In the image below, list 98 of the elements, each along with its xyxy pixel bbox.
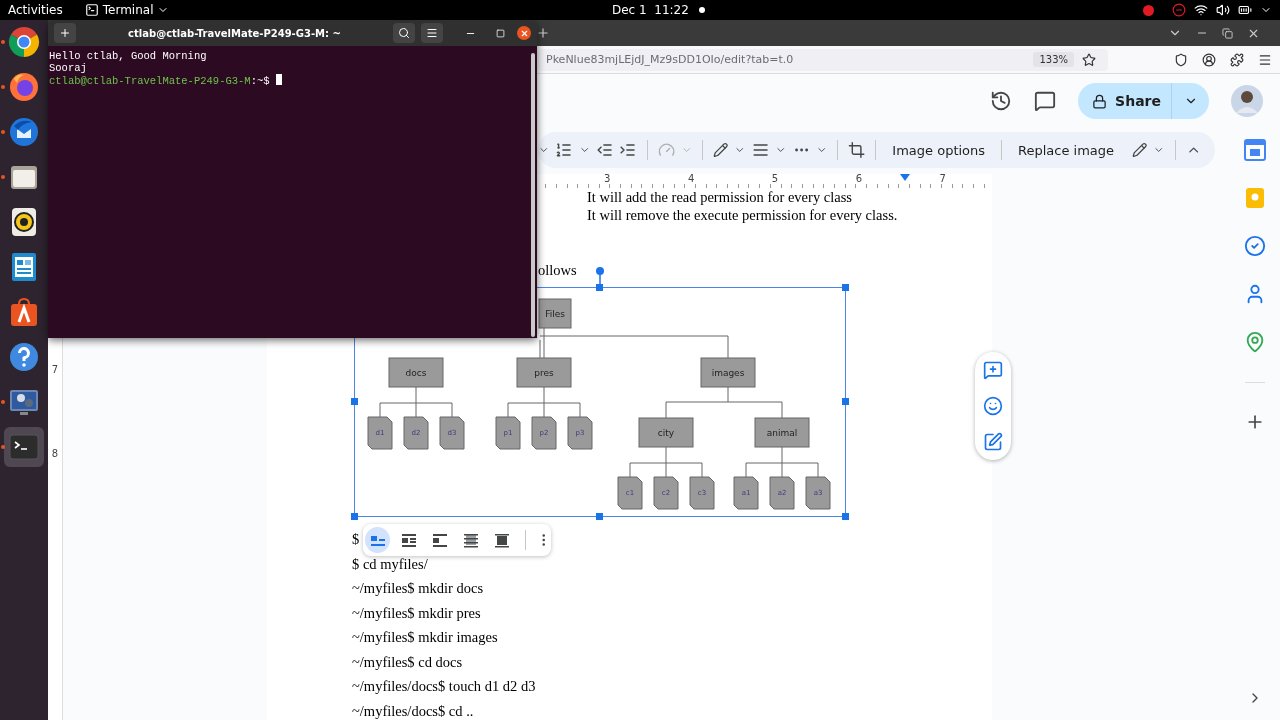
- do-not-disturb-icon[interactable]: [1172, 3, 1186, 17]
- prompt-user: ctlab@ctlab-TravelMate-P249-G3-M: [49, 75, 251, 87]
- emoji-icon[interactable]: [983, 396, 1003, 416]
- resize-handle[interactable]: [596, 513, 603, 520]
- restore-icon[interactable]: [1222, 27, 1233, 39]
- command-line: ~/myfiles$ cd docs: [352, 652, 463, 672]
- folder-node: docs: [388, 357, 444, 388]
- folder-node: images: [700, 357, 756, 388]
- numbered-list-icon[interactable]: [555, 141, 573, 159]
- history-icon[interactable]: [990, 90, 1013, 112]
- toolbar-text-button[interactable]: Replace image: [1012, 138, 1121, 162]
- folder-node: pres: [516, 357, 572, 388]
- wifi-icon[interactable]: [1194, 3, 1208, 17]
- map-pin-icon[interactable]: [1244, 331, 1266, 353]
- border-color-icon[interactable]: [713, 142, 729, 158]
- resize-handle[interactable]: [351, 398, 358, 405]
- command-line: $ cd myfiles/: [352, 554, 428, 574]
- command-line: ~/myfiles/docs$ cd ..: [352, 701, 474, 720]
- account-icon[interactable]: [1202, 52, 1216, 67]
- increase-indent-icon[interactable]: [619, 141, 637, 159]
- zoom-level[interactable]: 133%: [1033, 52, 1074, 67]
- plus-icon: [59, 27, 71, 39]
- resize-handle[interactable]: [842, 398, 849, 405]
- menu-icon[interactable]: [1258, 52, 1272, 67]
- command-line: ~/myfiles$ mkdir docs: [352, 579, 484, 598]
- close-icon: [519, 28, 529, 38]
- border-weight-icon[interactable]: [751, 141, 770, 159]
- behind-text-icon: [461, 531, 480, 549]
- prompt-path: :~$: [250, 75, 270, 87]
- ruler-number: 6: [855, 174, 862, 184]
- maximize-icon[interactable]: [496, 28, 505, 38]
- chrome-app-icon: [8, 26, 40, 58]
- ruler-number: 7: [51, 364, 59, 375]
- resize-handle[interactable]: [351, 513, 358, 520]
- calendar-icon[interactable]: [1244, 139, 1266, 161]
- ruler-number: 8: [51, 448, 59, 459]
- wrap-option-button[interactable]: [365, 527, 391, 553]
- ruler-number: 7: [939, 174, 946, 184]
- folder-node: Files: [538, 298, 572, 329]
- software-app-icon: [8, 296, 40, 328]
- folder-node: city: [638, 417, 694, 448]
- tasks-icon[interactable]: [1244, 235, 1266, 257]
- in-front-of-text-icon: [493, 531, 511, 549]
- comment-icon[interactable]: [1034, 90, 1057, 112]
- folder-node: animal: [754, 417, 810, 448]
- ruler-number: 4: [687, 174, 695, 184]
- menu-icon: [426, 27, 438, 39]
- thunderbird-app-icon: [8, 116, 40, 148]
- command-line: ~/myfiles$ mkdir images: [352, 628, 498, 647]
- close-button[interactable]: [517, 26, 531, 40]
- address-field[interactable]: PkeNlue83mjLEjdJ_Mz9sDD1OIo/edit?tab=t.0 133%: [538, 48, 1108, 71]
- bookmark-star-icon[interactable]: [1082, 52, 1096, 67]
- new-tab-button[interactable]: [54, 23, 76, 43]
- editing-mode-icon[interactable]: [1132, 142, 1148, 158]
- recording-indicator-icon: [1143, 4, 1154, 16]
- crop-icon[interactable]: [848, 141, 866, 159]
- shield-icon[interactable]: [1174, 52, 1188, 67]
- help-app-icon: [8, 341, 40, 373]
- activities-button[interactable]: Activities: [8, 3, 63, 17]
- volume-icon[interactable]: [1216, 3, 1230, 17]
- command-line: $: [352, 530, 360, 549]
- search-icon: [398, 27, 410, 39]
- terminal-icon: [84, 3, 99, 17]
- window-title: ctlab@ctlab-TravelMate-P249-G3-M: ~: [127, 27, 342, 39]
- toolbar-text-button[interactable]: Image options: [886, 138, 992, 162]
- ruler-number: 5: [771, 174, 779, 184]
- decrease-indent-icon[interactable]: [596, 141, 614, 159]
- tab-stop-marker[interactable]: [900, 174, 910, 181]
- menu-button[interactable]: [421, 23, 443, 43]
- resize-handle[interactable]: [842, 513, 849, 520]
- clock[interactable]: Dec 1 11:22: [612, 3, 689, 17]
- paragraph: It will add the read permission for every class: [587, 188, 852, 206]
- battery-icon[interactable]: [1238, 3, 1252, 17]
- lock-icon: [1092, 93, 1108, 109]
- share-button[interactable]: Share: [1078, 83, 1171, 119]
- paragraph: It will remove the execute permission for every class.: [587, 206, 898, 224]
- search-button[interactable]: [393, 23, 415, 43]
- wrap-text-icon: [399, 531, 418, 549]
- break-text-icon: [430, 531, 449, 549]
- resize-handle[interactable]: [596, 284, 603, 291]
- ruler-number: 3: [604, 174, 611, 184]
- suggest-edit-icon[interactable]: [983, 432, 1003, 452]
- app-menu[interactable]: Terminal: [102, 3, 154, 17]
- terminal-output: Sooraj: [49, 62, 88, 74]
- notification-dot: [699, 7, 705, 13]
- extensions-icon[interactable]: [1230, 52, 1244, 67]
- avatar[interactable]: [1231, 85, 1263, 117]
- add-comment-icon[interactable]: [983, 360, 1003, 380]
- text-cursor: [275, 74, 282, 85]
- scrollbar[interactable]: [531, 53, 535, 337]
- new-tab-icon[interactable]: [536, 26, 550, 40]
- command-line: ~/myfiles/docs$ touch d1 d2 d3: [352, 677, 536, 696]
- terminal-output: Hello ctlab, Good Morning: [49, 50, 208, 62]
- firefox-app-icon: [8, 71, 40, 103]
- terminal-app-icon: [8, 431, 40, 463]
- paragraph: ollows: [538, 261, 577, 279]
- resize-handle[interactable]: [842, 284, 849, 291]
- command-line: ~/myfiles$ mkdir pres: [352, 603, 481, 623]
